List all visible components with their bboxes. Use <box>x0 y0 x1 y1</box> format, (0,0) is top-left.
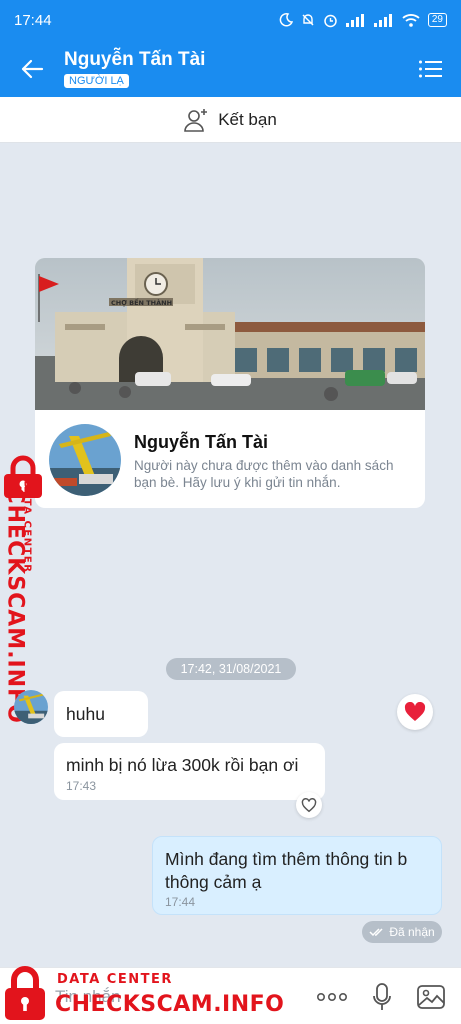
crane-avatar-image <box>14 690 48 724</box>
chat-header: Nguyễn Tấn Tài NGƯỜI LẠ <box>0 40 461 97</box>
wifi-icon <box>402 14 420 27</box>
contact-name: Nguyễn Tấn Tài <box>64 48 206 70</box>
message-time: 17:43 <box>66 779 97 793</box>
header-title[interactable]: Nguyễn Tấn Tài NGƯỜI LẠ <box>64 49 401 89</box>
stranger-badge: NGƯỜI LẠ <box>64 73 129 88</box>
back-arrow-icon <box>21 59 44 78</box>
add-reaction-button[interactable] <box>296 792 322 818</box>
back-button[interactable] <box>0 40 64 97</box>
crane-avatar-image <box>49 424 121 496</box>
message-text: Mình đang tìm thêm thông tin b thông cảm… <box>165 849 408 892</box>
message-text: minh bị nó lừa 300k rồi bạn ơi <box>66 755 299 775</box>
heart-icon <box>404 702 426 721</box>
signal-icon <box>373 13 392 27</box>
cover-photo: CHỢ BẾN THÀNH <box>35 258 425 410</box>
status-icons: 29 <box>279 13 447 28</box>
list-menu-icon <box>419 60 442 77</box>
signal-icon <box>345 13 364 27</box>
delivery-status: Đã nhận <box>362 921 442 943</box>
double-check-icon <box>369 928 383 937</box>
watermark-brand-vertical: CHECKSCAM.INFO <box>2 487 28 724</box>
add-user-icon <box>184 108 208 132</box>
alarm-icon <box>324 14 337 27</box>
sender-avatar[interactable] <box>14 690 48 724</box>
options-menu-button[interactable] <box>401 40 461 97</box>
watermark-left: DATA CENTER CHECKSCAM.INFO <box>0 450 46 724</box>
watermark-brand: CHECKSCAM.INFO <box>55 992 285 1017</box>
profile-card[interactable]: CHỢ BẾN THÀNH Nguyễn Tấn Tài Người này c <box>35 258 425 508</box>
mic-icon <box>373 983 391 1010</box>
voice-message-button[interactable] <box>364 980 400 1014</box>
profile-name: Nguyễn Tấn Tài <box>134 432 269 452</box>
message-bubble[interactable]: huhu <box>54 691 148 737</box>
delivery-status-text: Đã nhận <box>389 925 435 939</box>
lock-icon <box>5 966 45 1020</box>
send-image-button[interactable] <box>413 980 449 1014</box>
more-options-button[interactable] <box>314 980 350 1014</box>
watermark-data-center: DATA CENTER <box>57 972 173 987</box>
add-friend-button[interactable]: Kết bạn <box>0 97 461 143</box>
battery-level: 29 <box>427 13 447 27</box>
message-text: huhu <box>66 704 105 724</box>
cover-sign-text: CHỢ BẾN THÀNH <box>111 297 172 307</box>
status-bar: 17:44 29 <box>0 0 461 40</box>
watermark-bottom: DATA CENTER CHECKSCAM.INFO <box>0 962 290 1024</box>
profile-card-body: Nguyễn Tấn Tài Người này chưa được thêm … <box>35 410 425 508</box>
more-dots-icon <box>316 992 347 1002</box>
cover-photo-market: CHỢ BẾN THÀNH <box>35 258 425 410</box>
profile-avatar <box>49 424 121 496</box>
image-icon <box>417 985 445 1009</box>
mute-bell-icon <box>302 14 314 26</box>
message-bubble-outgoing[interactable]: Mình đang tìm thêm thông tin b thông cảm… <box>152 836 442 915</box>
status-time: 17:44 <box>14 11 52 29</box>
date-divider: 17:42, 31/08/2021 <box>166 658 296 680</box>
moon-icon <box>279 13 293 27</box>
message-bubble[interactable]: minh bị nó lừa 300k rồi bạn ơi 17:43 <box>54 743 325 800</box>
message-time: 17:44 <box>165 895 196 909</box>
heart-reaction[interactable] <box>397 694 433 730</box>
add-friend-label: Kết bạn <box>218 109 277 129</box>
profile-warning-text: Người này chưa được thêm vào danh sách b… <box>134 458 394 490</box>
heart-outline-icon <box>301 797 317 812</box>
